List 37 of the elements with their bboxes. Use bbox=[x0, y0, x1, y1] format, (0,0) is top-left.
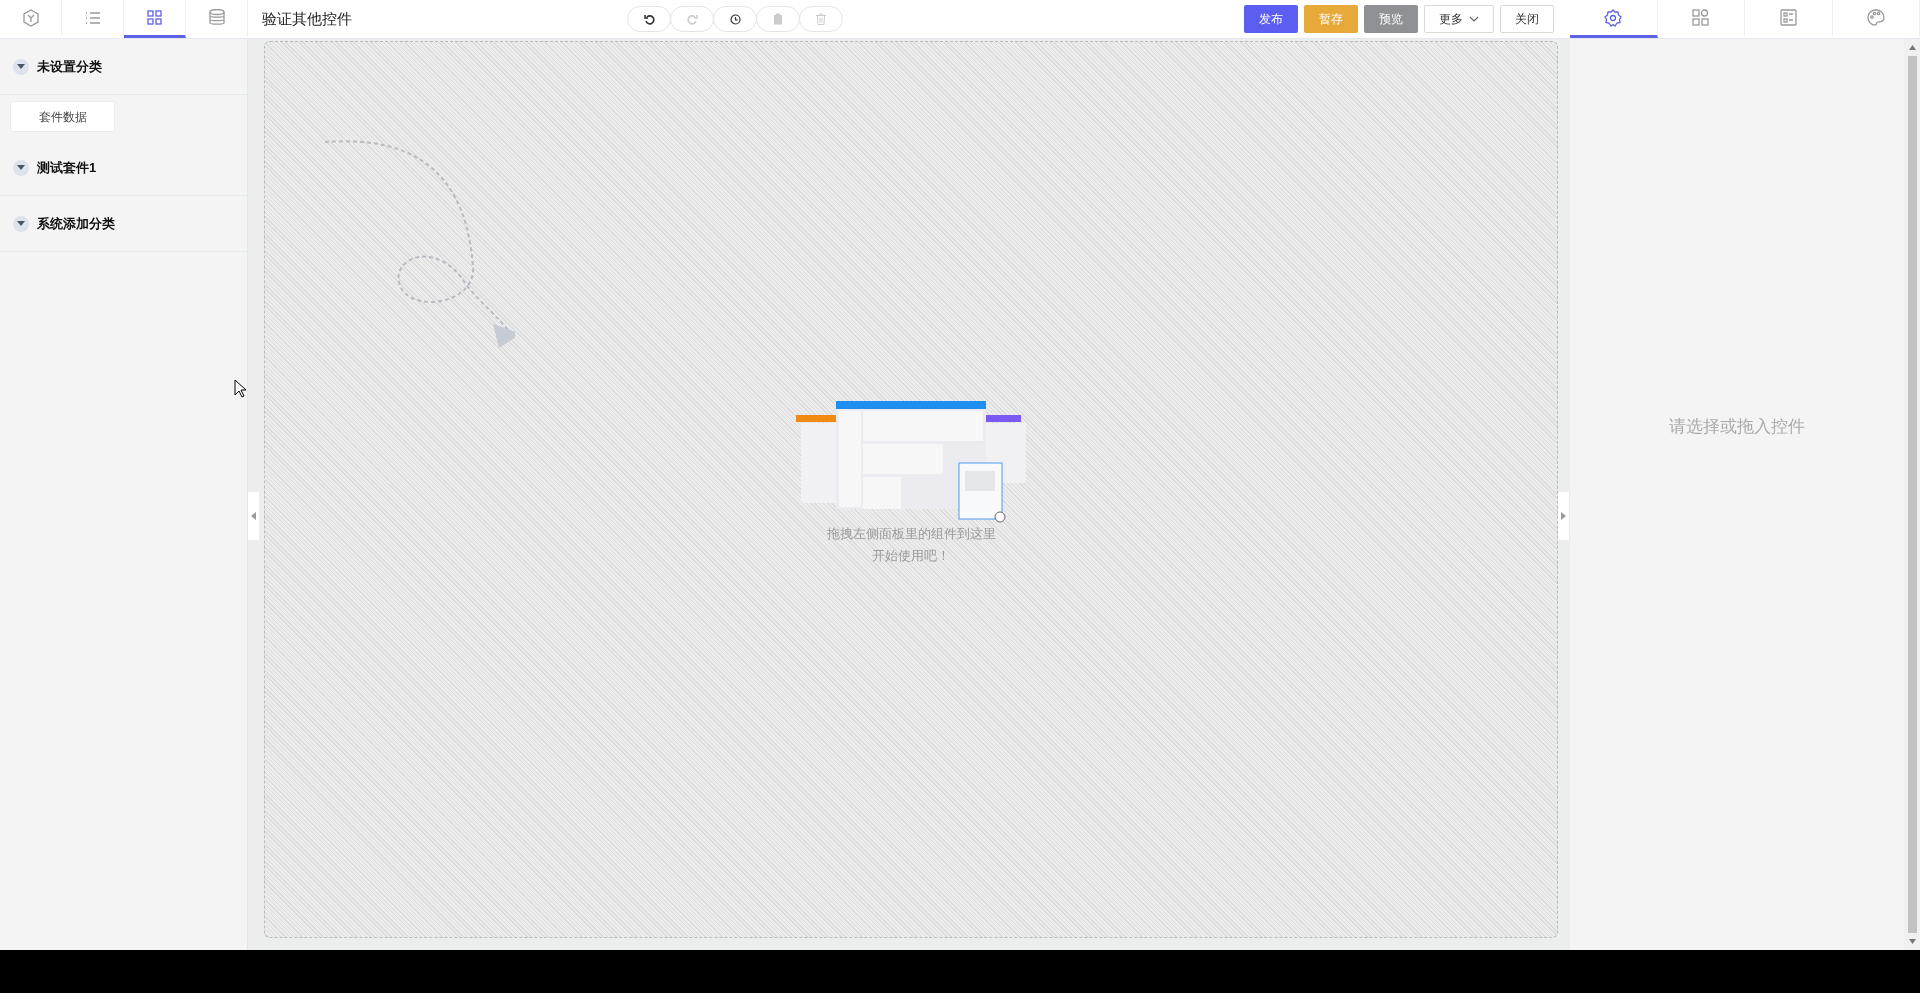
more-dropdown[interactable]: 更多 bbox=[1424, 5, 1494, 33]
collapse-handle[interactable] bbox=[248, 492, 259, 540]
scroll-down-icon bbox=[1908, 939, 1916, 944]
panel-tab[interactable] bbox=[124, 0, 186, 38]
cube-icon bbox=[22, 8, 39, 27]
caret-icon[interactable] bbox=[13, 215, 29, 232]
grid-icon bbox=[147, 10, 162, 25]
group-title[interactable]: 未设置分类 bbox=[37, 56, 102, 77]
caret-icon[interactable] bbox=[13, 159, 29, 176]
settings-icon bbox=[1604, 8, 1623, 27]
publish-button[interactable]: 发布 bbox=[1244, 5, 1298, 33]
palette-icon bbox=[1866, 9, 1885, 26]
database-icon bbox=[208, 9, 225, 26]
components-icon bbox=[1692, 9, 1710, 26]
scroll-up-icon bbox=[1908, 45, 1916, 50]
panel-tab[interactable] bbox=[1570, 0, 1658, 38]
page-title: 验证其他控件 bbox=[261, 8, 353, 29]
clock-icon bbox=[729, 13, 741, 25]
undo-button[interactable] bbox=[627, 6, 671, 32]
history-button[interactable] bbox=[713, 6, 757, 32]
component-item[interactable]: 套件数据 bbox=[10, 101, 115, 132]
undo-icon bbox=[643, 13, 655, 25]
scrollbar[interactable] bbox=[1904, 39, 1920, 950]
chevron-down-icon bbox=[1469, 16, 1479, 22]
group-title[interactable]: 测试套件1 bbox=[37, 157, 97, 178]
list-icon bbox=[84, 10, 101, 25]
trash-icon bbox=[816, 13, 826, 25]
canvas-hint: 开始使用吧！ bbox=[872, 546, 950, 565]
caret-icon[interactable] bbox=[13, 58, 29, 75]
close-button[interactable]: 关闭 bbox=[1500, 5, 1554, 33]
canvas-hint: 拖拽左侧面板里的组件到这里 bbox=[826, 524, 996, 543]
form-icon bbox=[1779, 9, 1797, 26]
empty-hint: 请选择或拖入控件 bbox=[1669, 416, 1805, 438]
group-title[interactable]: 系统添加分类 bbox=[37, 213, 115, 234]
clipboard-icon bbox=[773, 13, 783, 25]
collapse-handle[interactable] bbox=[1558, 492, 1569, 540]
redo-icon bbox=[686, 13, 698, 25]
